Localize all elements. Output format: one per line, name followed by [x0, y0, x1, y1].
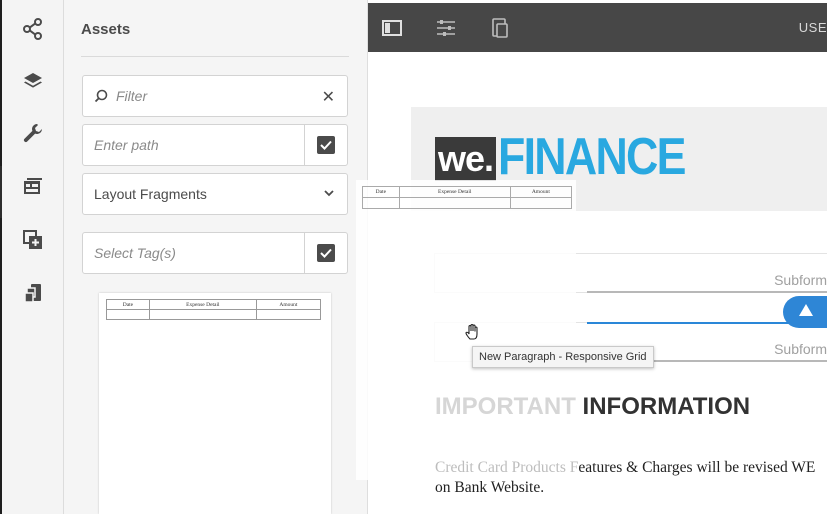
table-header: Expense Detail [398, 186, 511, 198]
share-icon[interactable] [2, 9, 64, 49]
path-input[interactable]: Enter path [94, 137, 159, 153]
path-checkbox[interactable] [304, 125, 347, 165]
side-panel-icon[interactable] [381, 17, 403, 39]
table-header: Date [106, 299, 150, 310]
emulator-icon[interactable] [489, 17, 511, 39]
heading-dark: INFORMATION [582, 393, 751, 420]
filter-field[interactable]: Filter ✕ [82, 75, 348, 117]
category-value: Layout Fragments [94, 186, 207, 202]
tags-checkbox[interactable] [304, 233, 347, 273]
filter-input[interactable]: Filter [116, 88, 147, 104]
toolbar-user-label[interactable]: USE [799, 20, 827, 35]
table-header: Amount [255, 299, 322, 310]
side-rail [0, 0, 64, 514]
checkbox-icon [317, 136, 335, 154]
drop-tooltip: New Paragraph - Responsive Grid [472, 346, 654, 368]
search-icon [94, 89, 108, 103]
path-field[interactable]: Enter path [82, 124, 348, 166]
layers-icon[interactable] [2, 61, 64, 101]
close-icon[interactable]: ✕ [322, 87, 335, 107]
heading-light: IMPORTANT [435, 393, 576, 420]
paragraph-line2: on Bank Website. [435, 479, 545, 496]
assets-panel: Assets Filter ✕ Enter path Layout Fragme… [64, 0, 368, 514]
properties-icon[interactable] [435, 17, 457, 39]
editor-toolbar: USE [368, 3, 827, 52]
ghost-table: Date Expense Detail Amount [362, 186, 573, 209]
important-heading: IMPORTANT INFORMATION [435, 393, 750, 421]
add-component-icon[interactable] [2, 220, 64, 260]
assets-icon[interactable] [0, 166, 64, 218]
fragment-table: Date Expense Detail Amount [106, 299, 322, 320]
checkbox-icon [317, 244, 335, 262]
tags-field[interactable]: Select Tag(s) [82, 232, 348, 274]
subform-label: Subform [774, 341, 827, 357]
paragraph-text: eatures & Charges will be revised WE [578, 459, 816, 476]
page-canvas: we. FINANCE Subform Subform Date Expense… [356, 52, 827, 514]
table-header: Date [362, 186, 400, 198]
table-header: Amount [509, 186, 573, 198]
table-header: Expense Detail [148, 299, 257, 310]
tags-input[interactable]: Select Tag(s) [94, 245, 176, 261]
subform-label: Subform [774, 272, 827, 288]
logo-finance: FINANCE [498, 128, 686, 186]
category-select[interactable]: Layout Fragments [82, 173, 348, 215]
hand-cursor-icon [465, 324, 478, 340]
paragraph-faded: Credit Card Products F [435, 459, 579, 476]
arrow-up-icon [799, 304, 813, 316]
divider [81, 56, 349, 57]
panel-title: Assets [81, 21, 131, 38]
fragment-thumbnail[interactable]: Date Expense Detail Amount [99, 293, 331, 514]
wrench-icon[interactable] [2, 113, 64, 153]
info-paragraph: Credit Card Products Features & Charges … [435, 458, 827, 498]
logo-we: we. [435, 137, 496, 181]
drop-indicator[interactable] [783, 296, 827, 328]
subform-underline [587, 291, 827, 293]
chevron-down-icon [324, 190, 334, 197]
content-tree-icon[interactable] [2, 273, 64, 313]
